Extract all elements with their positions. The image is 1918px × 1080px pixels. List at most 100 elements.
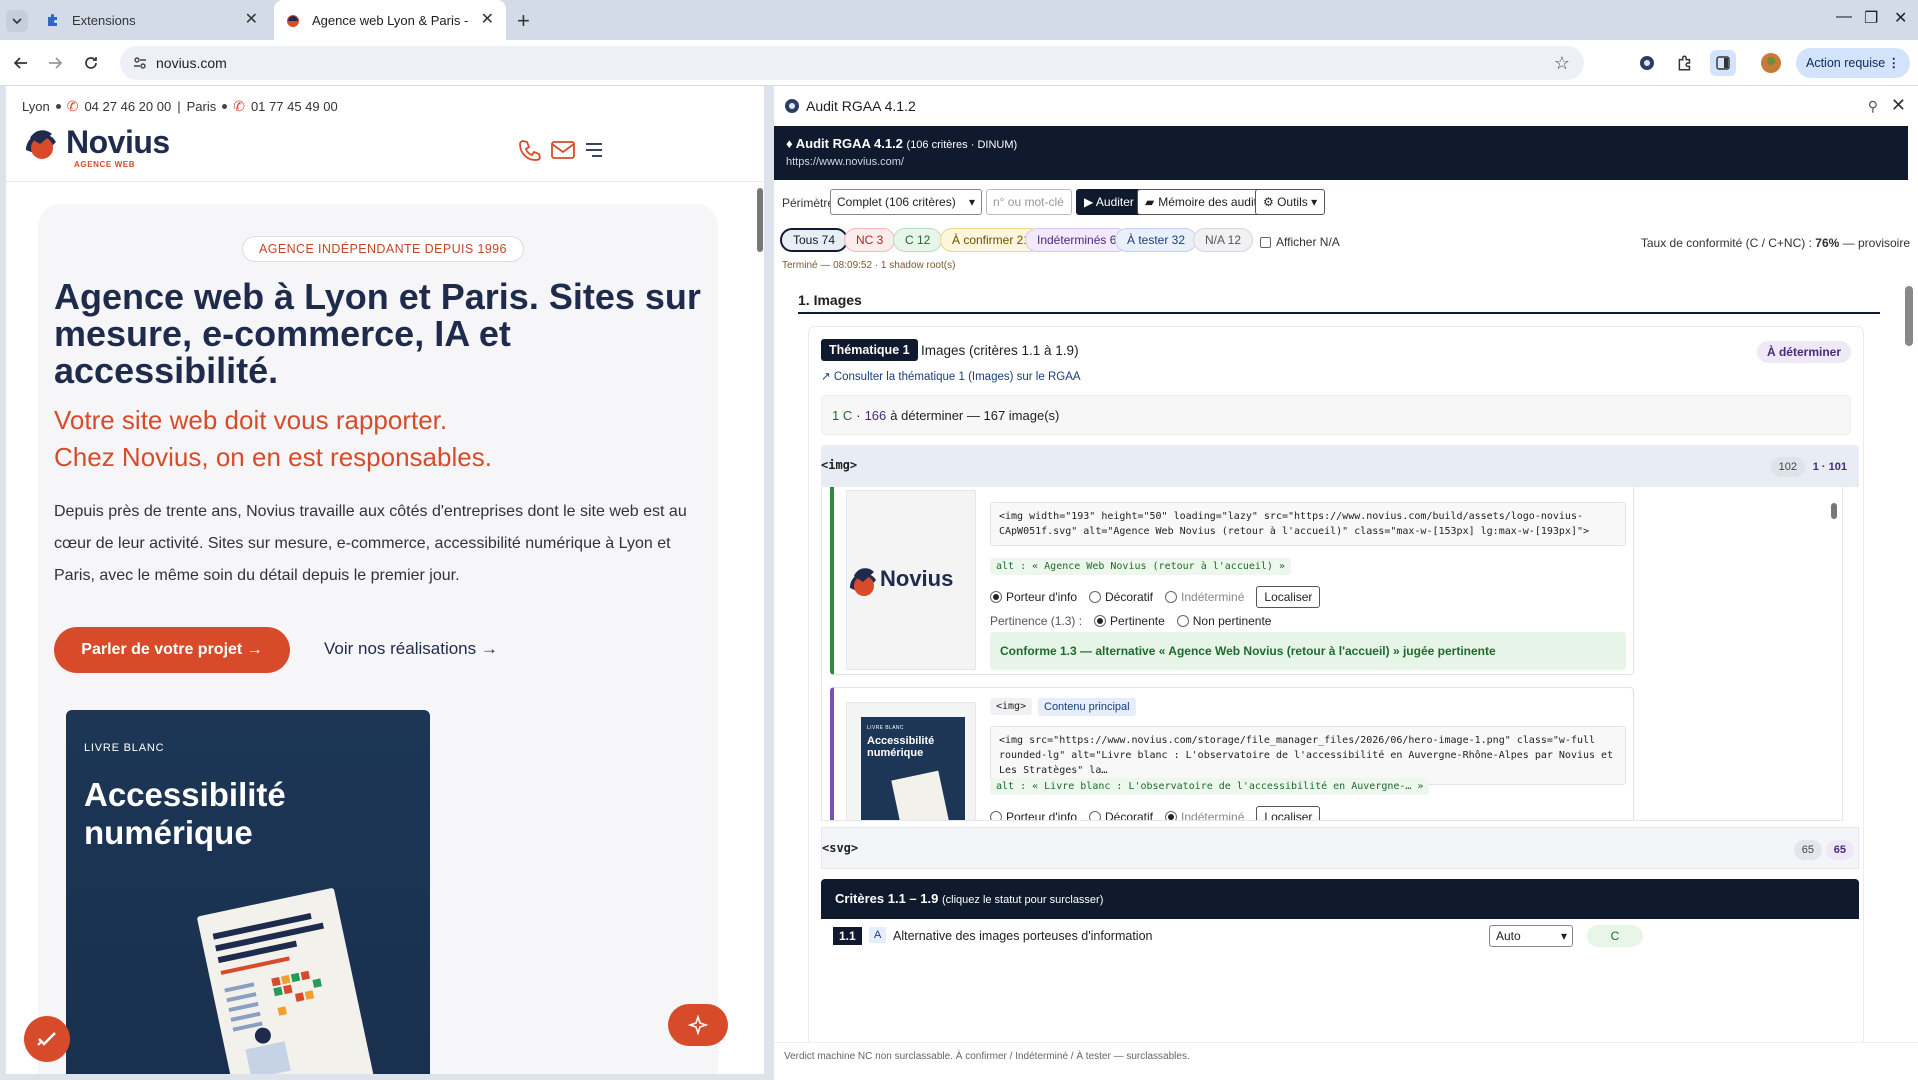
criterion-status-badge[interactable]: C [1587,925,1643,947]
thumb-book [891,770,951,820]
tab-novius[interactable]: Agence web Lyon & Paris - Nov ✕ [274,0,506,40]
radio-informative[interactable] [990,811,1002,820]
sparkle-icon [688,1015,708,1035]
close-tab-icon[interactable]: ✕ [481,12,494,28]
svg-count: 65 [1793,840,1822,860]
web-page: Lyon ✆ 04 27 46 20 00 | Paris ✆ 01 77 45… [6,86,764,1074]
locate-button[interactable]: Localiser [1256,806,1321,820]
ai-assistant-button[interactable] [668,1004,728,1046]
phone-paris[interactable]: 01 77 45 49 00 [251,99,338,114]
menu-icon[interactable] [584,138,604,162]
back-button[interactable] [10,52,32,74]
filter-to-test[interactable]: À tester 32 [1115,228,1198,252]
page-scrollbar[interactable] [756,178,764,1068]
close-tab-icon[interactable]: ✕ [245,12,258,28]
forward-button[interactable] [44,52,66,74]
radio-pertinent[interactable] [1094,615,1107,627]
filter-undetermined[interactable]: Indéterminés 6 [1025,228,1129,252]
audit-memory-button[interactable]: ▰ Mémoire des audits [1137,189,1271,215]
scrollbar-thumb[interactable] [757,188,763,252]
pertinence-radios: Pertinence (1.3) : Pertinente Non pertin… [990,614,1271,628]
restore-button[interactable]: ❐ [1864,8,1878,28]
close-panel-icon[interactable]: ✕ [1891,95,1906,116]
contact-bar: Lyon ✆ 04 27 46 20 00 | Paris ✆ 01 77 45… [22,98,338,115]
tab-search-button[interactable] [6,10,28,32]
audit-status: Terminé — 08:09:52 · 1 shadow root(s) [782,260,956,271]
panel-footer-note: Verdict machine NC non surclassable. À c… [774,1042,1918,1072]
reload-button[interactable] [80,52,102,74]
extension-audit-icon[interactable] [1636,52,1658,74]
phone-lyon[interactable]: 04 27 46 20 00 [84,99,171,114]
talk-project-button[interactable]: Parler de votre projet → [54,627,290,673]
site-logo[interactable]: Novius AGENCE WEB [22,126,170,169]
radio-undetermined[interactable] [1165,811,1178,820]
novius-logo-icon [25,130,56,159]
pin-icon[interactable]: ⚲ [1868,98,1878,115]
criterion-level: A [869,927,887,943]
theme-status-badge[interactable]: À déterminer [1756,341,1851,363]
close-window-button[interactable]: ✕ [1894,8,1907,28]
locate-button[interactable]: Localiser [1256,586,1321,608]
radio-not-pertinent[interactable] [1176,615,1189,627]
avatar[interactable] [1760,52,1782,74]
audit-title-text: ♦ Audit RGAA 4.1.2 [786,136,903,151]
svg-group-header[interactable]: <svg> 65 65 [821,827,1859,869]
filter-nc[interactable]: NC 3 [844,228,896,252]
criteria-search-input[interactable]: n° ou mot-clé [986,189,1072,215]
white-paper-card[interactable]: LIVRE BLANC Accessibilité numérique [66,710,430,1074]
audit-extension-icon [785,99,799,113]
filter-all[interactable]: Tous 74 [780,228,849,252]
rate-label: Taux de conformité (C / C+NC) : [1640,236,1812,250]
side-panel-icon[interactable] [1710,50,1736,76]
see-work-link[interactable]: Voir nos réalisations → [324,639,498,659]
site-settings-icon[interactable] [132,55,148,71]
checkbox[interactable] [1260,236,1271,248]
address-bar[interactable]: novius.com ☆ [120,46,1584,80]
radio-decorative[interactable] [1089,591,1101,603]
panel-scrollbar[interactable] [1904,272,1914,1042]
filter-na[interactable]: N/A 12 [1193,228,1254,252]
img-group-header[interactable]: <img> 102 1 · 101 [821,445,1859,487]
radio-decorative[interactable] [1089,811,1101,820]
tab-label: Extensions [72,12,136,28]
mail-icon[interactable] [550,138,576,162]
more-vert-icon: ⋮ [1887,56,1901,70]
phone-icon[interactable] [518,138,542,162]
theme-title: Images (critères 1.1 à 1.9) [921,343,1079,358]
radio-undetermined[interactable] [1165,591,1178,603]
rate-suffix: — provisoire [1842,236,1910,250]
criterion-override-select[interactable]: Auto ▾ [1489,925,1573,947]
phone-icon: ✆ [66,98,79,114]
bookmark-star-icon[interactable]: ☆ [1554,53,1570,74]
show-na-toggle[interactable]: Afficher N/A [1260,235,1340,249]
page-title: Agence web à Lyon et Paris. Sites sur me… [54,276,701,391]
arrow-right-icon [49,57,63,69]
tagline: Votre site web doit vous rapporter. Chez… [54,402,704,476]
filter-c[interactable]: C 12 [893,228,943,252]
filter-chips: Tous 74 NC 3 C 12 À confirmer 21 Indéter… [774,222,1918,258]
img-tag: <img> [821,458,858,472]
tab-extensions[interactable]: Extensions ✕ [34,0,270,40]
img-list-scrollbar[interactable] [1830,493,1838,813]
decorative-label: Décoratif [1105,590,1154,604]
radio-informative[interactable] [990,591,1002,603]
minimize-button[interactable]: — [1836,8,1852,26]
extensions-puzzle-icon[interactable] [1674,52,1696,74]
action-required-button[interactable]: Action requise ⋮ [1796,48,1910,78]
accessibility-button[interactable] [24,1016,70,1062]
dot-icon [55,104,61,109]
puzzle-icon [44,11,62,29]
scope-select[interactable]: Complet (106 critères) ▾ [830,189,982,215]
decorative-label: Décoratif [1105,810,1154,821]
browser-toolbar: novius.com ☆ Action requise ⋮ [0,40,1918,86]
rgaa-theme-link[interactable]: ↗ Consulter la thématique 1 (Images) sur… [821,369,1081,383]
image-html-code: <img src="https://www.novius.com/storage… [990,726,1626,785]
run-audit-button[interactable]: ▶ Auditer [1076,189,1142,215]
new-tab-button[interactable]: + [517,8,530,34]
tools-button[interactable]: ⚙ Outils ▾ [1255,189,1326,215]
chevron-down-icon [12,18,22,25]
scrollbar-thumb[interactable] [1905,286,1913,346]
conformity-rate: Taux de conformité (C / C+NC) : 76% — pr… [1641,236,1910,250]
scrollbar-thumb[interactable] [1831,503,1837,519]
img-count: 102 [1770,457,1805,477]
